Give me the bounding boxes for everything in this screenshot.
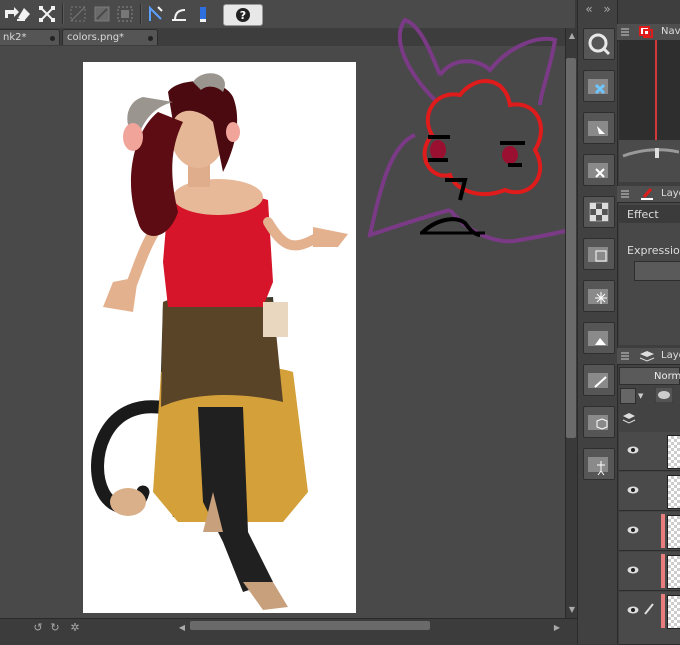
scroll-left-icon[interactable]: ◀ (177, 623, 187, 633)
collapse-left-icon[interactable]: « (582, 3, 596, 15)
folder-grid-icon[interactable] (583, 238, 615, 270)
scroll-down-icon[interactable]: ▼ (567, 605, 577, 615)
tab-close-icon[interactable] (50, 36, 55, 41)
layer-property-body: Effect Expression (619, 203, 680, 345)
toolbar-separator (62, 4, 64, 24)
layer-row[interactable] (619, 592, 680, 645)
clear-layer-icon[interactable] (14, 4, 34, 24)
expression-color-dropdown[interactable] (634, 261, 680, 281)
snap-to-ruler-icon[interactable] (146, 4, 166, 24)
layer-thumbnail (667, 515, 680, 549)
navigator-viewport-marker (655, 40, 657, 140)
layer-thumbnail (667, 555, 680, 589)
folder-figure-icon[interactable] (583, 448, 615, 480)
layer-row[interactable] (619, 552, 680, 591)
eye-icon[interactable] (627, 445, 639, 455)
scroll-up-icon[interactable]: ▲ (567, 31, 577, 41)
layer-property-panel-header[interactable]: Laye (617, 186, 680, 203)
layer-icon (639, 351, 655, 362)
navigator-icon (639, 26, 653, 38)
snap-to-grid-icon[interactable] (193, 4, 213, 24)
layer-row[interactable] (619, 512, 680, 551)
tab-close-icon[interactable] (148, 36, 153, 41)
rotate-right-icon[interactable]: ↻ (50, 622, 60, 633)
layer-thumbnail (667, 475, 680, 509)
vertical-scroll-thumb[interactable] (566, 58, 576, 438)
tab-label: colors.png* (67, 32, 125, 43)
layer-row[interactable] (619, 432, 680, 471)
folder-ruler-icon[interactable] (583, 364, 615, 396)
panel-menu-icon[interactable] (620, 351, 630, 361)
tab-document-1[interactable]: nk2* (0, 29, 60, 45)
svg-text:?: ? (240, 9, 246, 22)
layer-color-swatch[interactable] (620, 388, 636, 404)
rotate-left-icon[interactable]: ↺ (33, 622, 43, 633)
blend-mode-select[interactable]: Norma (619, 367, 680, 385)
panel-menu-icon[interactable] (620, 27, 630, 37)
help-icon: ? (236, 8, 250, 22)
reset-rotation-icon[interactable]: ✲ (70, 622, 80, 633)
tab-label: nk2* (3, 32, 27, 43)
collapse-right-icon[interactable]: » (600, 3, 614, 15)
tab-colors-png[interactable]: colors.png* (62, 29, 158, 45)
layer-color-marker (661, 514, 665, 548)
layer-row[interactable] (619, 472, 680, 511)
layer-thumbnail (667, 435, 680, 469)
eye-icon[interactable] (627, 565, 639, 575)
folder-tool-icon[interactable] (583, 70, 615, 102)
layer-color-marker (661, 594, 665, 628)
eye-icon[interactable] (627, 605, 639, 615)
layer-panel-title: Laye (661, 350, 680, 361)
layer-color-marker (661, 554, 665, 588)
folder-select-icon[interactable] (583, 112, 615, 144)
layer-property-title: Laye (661, 188, 680, 199)
folder-texture-icon[interactable] (583, 196, 615, 228)
navigator-controls[interactable] (619, 140, 680, 182)
eye-icon[interactable] (627, 525, 639, 535)
layer-panel-header[interactable]: Laye (617, 348, 680, 365)
select-all-icon[interactable] (115, 4, 135, 24)
transform-icon[interactable] (37, 4, 57, 24)
navigator-title: Navi (661, 26, 680, 37)
pen-icon (644, 603, 654, 615)
effect-label: Effect (627, 208, 659, 221)
expression-label: Expression (627, 244, 680, 257)
folder-transform-icon[interactable] (583, 154, 615, 186)
folder-3d-icon[interactable] (583, 406, 615, 438)
navigator-panel-header[interactable]: Navi (617, 24, 680, 41)
panel-menu-icon[interactable] (620, 189, 630, 199)
layer-stack-icon[interactable] (622, 412, 636, 424)
invert-selection-icon[interactable] (92, 4, 112, 24)
toolbar-separator (140, 4, 142, 24)
help-button[interactable]: ? (223, 4, 263, 26)
chevron-down-icon[interactable]: ▼ (638, 392, 646, 400)
folder-burst-icon[interactable] (583, 280, 615, 312)
layer-mask-icon[interactable] (655, 387, 673, 403)
folder-image-icon[interactable] (583, 322, 615, 354)
navigator-preview[interactable] (619, 40, 680, 140)
eye-icon[interactable] (627, 485, 639, 495)
scroll-right-icon[interactable]: ▶ (552, 623, 562, 633)
layer-property-icon (641, 188, 653, 200)
character-artwork (91, 73, 348, 610)
layer-thumbnail (667, 595, 680, 629)
deselect-icon[interactable] (68, 4, 88, 24)
zoom-icon[interactable] (583, 28, 615, 60)
horizontal-scroll-thumb[interactable] (190, 621, 430, 630)
snap-to-special-ruler-icon[interactable] (169, 4, 189, 24)
zoom-slider[interactable] (621, 146, 679, 160)
